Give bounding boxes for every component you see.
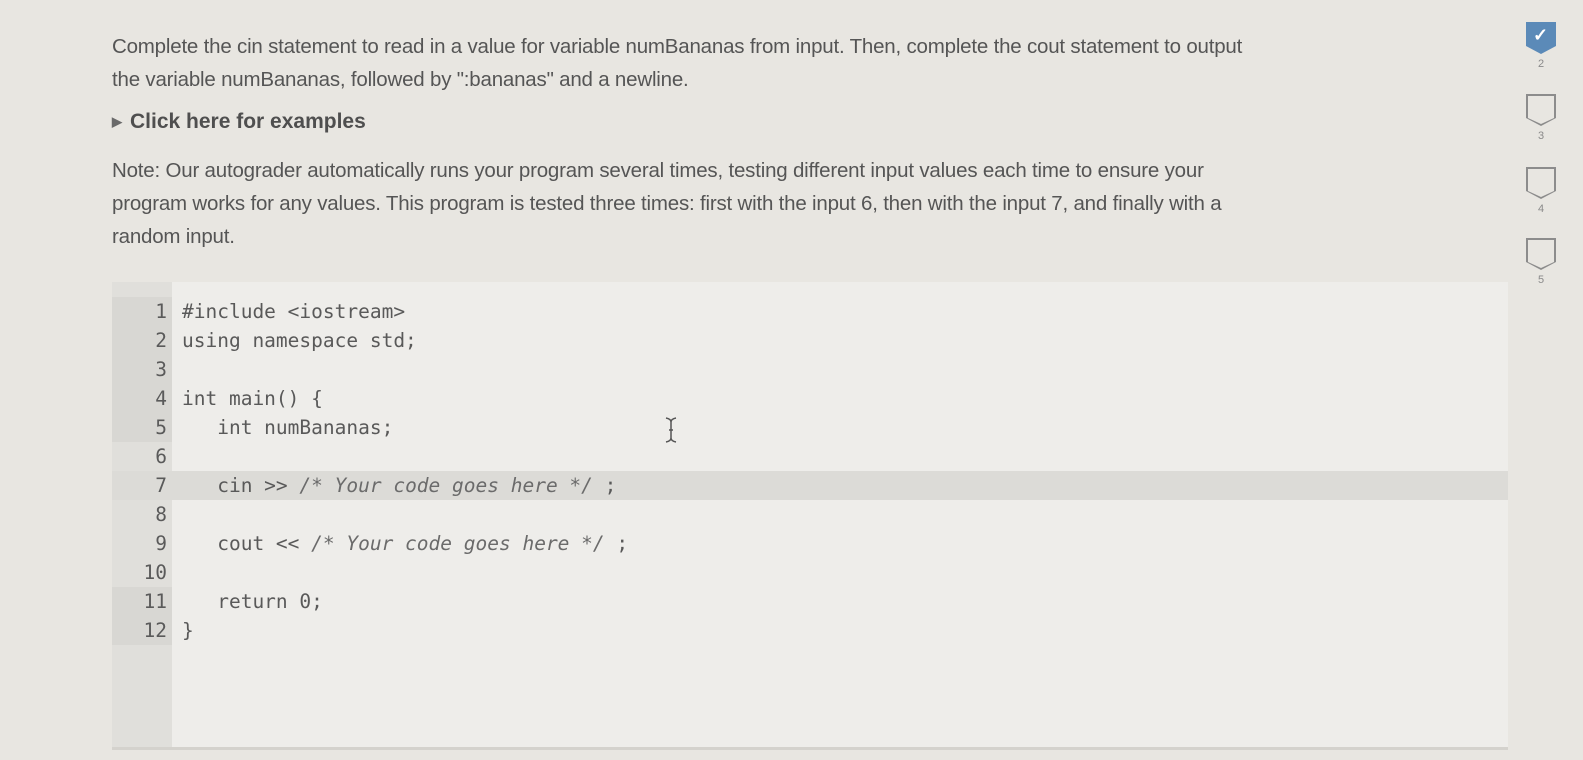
text-cursor-icon xyxy=(665,417,677,443)
code-text: cin >> xyxy=(182,474,300,497)
code-text: } xyxy=(182,619,194,642)
examples-toggle[interactable]: ▶ Click here for examples xyxy=(112,110,1502,134)
code-line[interactable]: 12} xyxy=(112,616,1508,645)
line-code[interactable]: using namespace std; xyxy=(182,326,417,355)
line-number: 1 xyxy=(155,300,167,323)
code-text: return 0; xyxy=(182,590,323,613)
code-line[interactable]: 9 cout << /* Your code goes here */ ; xyxy=(112,529,1508,558)
progress-label: 4 xyxy=(1537,203,1545,215)
code-comment: /* Your code goes here */ xyxy=(299,474,593,497)
progress-label: 2 xyxy=(1537,58,1545,70)
note-line-2: program works for any values. This progr… xyxy=(112,192,1222,215)
note-line-1: Note: Our autograder automatically runs … xyxy=(112,159,1204,182)
progress-box-empty xyxy=(1526,238,1556,270)
progress-step-1[interactable]: ✓ 2 xyxy=(1526,22,1560,70)
code-line[interactable]: 10 xyxy=(112,558,1508,587)
progress-label: 5 xyxy=(1537,274,1545,286)
triangle-right-icon: ▶ xyxy=(112,114,122,129)
line-number: 5 xyxy=(155,416,167,439)
line-number: 6 xyxy=(155,445,167,468)
progress-box-empty xyxy=(1526,167,1556,199)
line-number: 3 xyxy=(155,358,167,381)
line-code[interactable]: return 0; xyxy=(182,587,323,616)
code-tail: ; xyxy=(604,532,629,555)
instructions: Complete the cin statement to read in a … xyxy=(112,30,1502,253)
code-comment: /* Your code goes here */ xyxy=(311,532,605,555)
progress-box-done: ✓ xyxy=(1526,22,1556,54)
line-number: 9 xyxy=(155,532,167,555)
prompt-line-2: the variable numBananas, followed by ":b… xyxy=(112,68,689,91)
line-code[interactable]: int main() { xyxy=(182,384,323,413)
code-line[interactable]: 7 cin >> /* Your code goes here */ ; xyxy=(112,471,1508,500)
line-number: 8 xyxy=(155,503,167,526)
line-number: 11 xyxy=(143,590,167,613)
line-code[interactable]: #include <iostream> xyxy=(182,297,405,326)
line-number: 4 xyxy=(155,387,167,410)
progress-step-4[interactable]: 5 xyxy=(1526,238,1560,286)
code-line[interactable]: 1 #include <iostream> xyxy=(112,297,1508,326)
prompt-line-1: Complete the cin statement to read in a … xyxy=(112,35,1243,58)
code-line[interactable]: 3 xyxy=(112,355,1508,384)
code-text: using namespace std; xyxy=(182,329,417,352)
line-code[interactable]: cout << /* Your code goes here */ ; xyxy=(182,529,628,558)
code-line[interactable]: 4 int main() { xyxy=(112,384,1508,413)
code-lines[interactable]: 1 #include <iostream> 2 using namespace std… xyxy=(112,297,1508,645)
line-code[interactable]: cin >> /* Your code goes here */ ; xyxy=(182,471,616,500)
line-number: 12 xyxy=(143,619,167,642)
line-number: 2 xyxy=(155,329,167,352)
code-line[interactable]: 11 return 0; xyxy=(112,587,1508,616)
line-number: 7 xyxy=(155,474,167,497)
examples-label: Click here for examples xyxy=(130,110,366,133)
note-line-3: random input. xyxy=(112,225,235,248)
checkmark-icon: ✓ xyxy=(1533,25,1549,45)
note-text: Note: Our autograder automatically runs … xyxy=(112,154,1502,253)
code-line[interactable]: 8 xyxy=(112,500,1508,529)
code-text: int numBananas; xyxy=(182,416,394,439)
line-code[interactable]: } xyxy=(182,616,194,645)
progress-box-empty xyxy=(1526,94,1556,126)
code-text: #include <iostream> xyxy=(182,300,406,323)
code-line[interactable]: 5 int numBananas; xyxy=(112,413,1508,442)
code-line[interactable]: 6 xyxy=(112,442,1508,471)
progress-tracker: ✓ 2 3 4 5 xyxy=(1518,0,1578,300)
code-text: cout << xyxy=(182,532,312,555)
code-tail: ; xyxy=(592,474,617,497)
code-editor[interactable]: 1 #include <iostream> 2 using namespace std… xyxy=(112,282,1508,750)
line-code[interactable]: int numBananas; xyxy=(182,413,393,442)
prompt-text: Complete the cin statement to read in a … xyxy=(112,30,1502,96)
code-line[interactable]: 2 using namespace std; xyxy=(112,326,1508,355)
line-number: 10 xyxy=(143,561,167,584)
progress-step-3[interactable]: 4 xyxy=(1526,167,1560,215)
code-text: int main() { xyxy=(182,387,323,410)
progress-label: 3 xyxy=(1537,130,1545,142)
progress-step-2[interactable]: 3 xyxy=(1526,94,1560,142)
